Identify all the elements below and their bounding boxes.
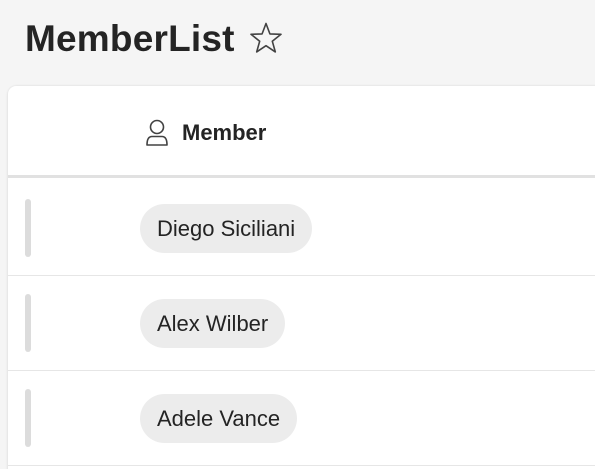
person-icon: [146, 119, 168, 146]
star-icon[interactable]: [248, 20, 284, 56]
row-selector[interactable]: [25, 199, 31, 257]
list-row[interactable]: Diego Siciliani: [8, 181, 595, 276]
list-card: Member Diego Siciliani Alex Wilber Adele…: [8, 86, 595, 469]
row-selector[interactable]: [25, 389, 31, 447]
page-header: MemberList: [0, 0, 595, 86]
column-header-member[interactable]: Member: [144, 116, 266, 150]
list-row[interactable]: Alex Wilber: [8, 276, 595, 371]
page-title: MemberList: [25, 18, 235, 59]
member-persona[interactable]: Adele Vance: [140, 394, 298, 443]
list-row[interactable]: Adele Vance: [8, 371, 595, 466]
column-header-row: Member: [8, 86, 595, 178]
member-persona[interactable]: Alex Wilber: [140, 299, 286, 348]
column-header-label: Member: [182, 120, 267, 145]
row-selector[interactable]: [25, 294, 31, 352]
member-persona[interactable]: Diego Siciliani: [140, 204, 313, 253]
